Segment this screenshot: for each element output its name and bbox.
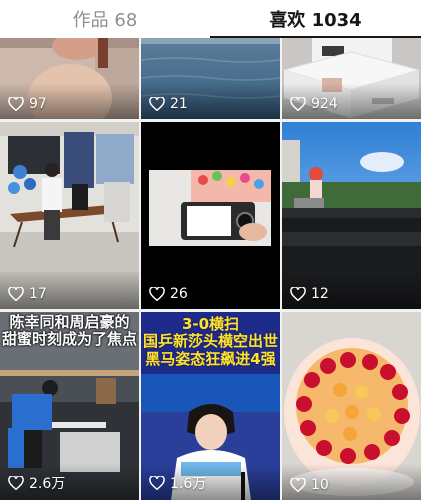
like-count: 21 bbox=[149, 96, 188, 112]
like-count: 924 bbox=[290, 96, 338, 112]
heart-icon bbox=[149, 476, 165, 490]
like-count: 97 bbox=[8, 96, 47, 112]
like-count-text: 10 bbox=[311, 477, 329, 493]
like-count-text: 21 bbox=[170, 96, 188, 112]
video-thumbnail-9[interactable]: 10 bbox=[282, 312, 421, 500]
video-thumbnail-7[interactable]: 陈幸同和周启豪的 甜蜜时刻成为了焦点 2.6万 bbox=[0, 312, 139, 500]
like-count: 1.6万 bbox=[149, 473, 206, 493]
like-count-text: 1.6万 bbox=[170, 476, 207, 492]
heart-icon bbox=[8, 476, 24, 490]
like-count-text: 26 bbox=[170, 286, 188, 302]
like-count: 12 bbox=[290, 286, 329, 302]
profile-tabs: 作品 68 喜欢 1034 bbox=[0, 0, 421, 38]
like-count: 17 bbox=[8, 286, 47, 302]
caption-line-2: 国乒新莎头横空出世 bbox=[142, 332, 278, 351]
tab-works[interactable]: 作品 68 bbox=[0, 0, 210, 38]
video-thumbnail-5[interactable]: 26 bbox=[141, 122, 280, 309]
caption-line-2: 甜蜜时刻成为了焦点 bbox=[1, 330, 137, 349]
like-count: 2.6万 bbox=[8, 473, 65, 493]
video-thumbnail-8[interactable]: 3-0横扫 国乒新莎头横空出世 黑马姿态狂飙进4强 1.6万 bbox=[141, 312, 280, 500]
caption-line-3: 黑马姿态狂飙进4强 bbox=[145, 349, 276, 368]
video-thumbnail-2[interactable]: 21 bbox=[141, 38, 280, 119]
liked-videos-screen: 作品 68 喜欢 1034 97 21 924 17 26 12 陈幸同和周启豪… bbox=[0, 0, 421, 500]
caption-line-1: 陈幸同和周启豪的 bbox=[9, 313, 130, 331]
heart-icon bbox=[290, 97, 306, 111]
video-thumbnail-3[interactable]: 924 bbox=[282, 38, 421, 119]
video-caption-overlay: 3-0横扫 国乒新莎头横空出世 黑马姿态狂飙进4强 bbox=[141, 315, 280, 368]
like-count-text: 12 bbox=[311, 286, 329, 302]
like-count-text: 17 bbox=[29, 286, 47, 302]
like-count-text: 97 bbox=[29, 96, 47, 112]
like-count: 10 bbox=[290, 477, 329, 493]
heart-icon bbox=[8, 97, 24, 111]
heart-icon bbox=[149, 97, 165, 111]
like-count-text: 924 bbox=[311, 96, 338, 112]
tab-likes[interactable]: 喜欢 1034 bbox=[210, 0, 421, 38]
like-count: 26 bbox=[149, 286, 188, 302]
video-caption-overlay: 陈幸同和周启豪的 甜蜜时刻成为了焦点 bbox=[0, 312, 139, 349]
video-thumbnail-1[interactable]: 97 bbox=[0, 38, 139, 119]
caption-line-1: 3-0横扫 bbox=[181, 315, 240, 333]
like-count-text: 2.6万 bbox=[29, 476, 66, 492]
heart-icon bbox=[149, 287, 165, 301]
heart-icon bbox=[290, 287, 306, 301]
video-grid: 97 21 924 17 26 12 陈幸同和周启豪的 甜蜜时刻成为了焦点 2.… bbox=[0, 38, 421, 500]
video-thumbnail-4[interactable]: 17 bbox=[0, 122, 139, 309]
heart-icon bbox=[290, 478, 306, 492]
heart-icon bbox=[8, 287, 24, 301]
video-thumbnail-6[interactable]: 12 bbox=[282, 122, 421, 309]
